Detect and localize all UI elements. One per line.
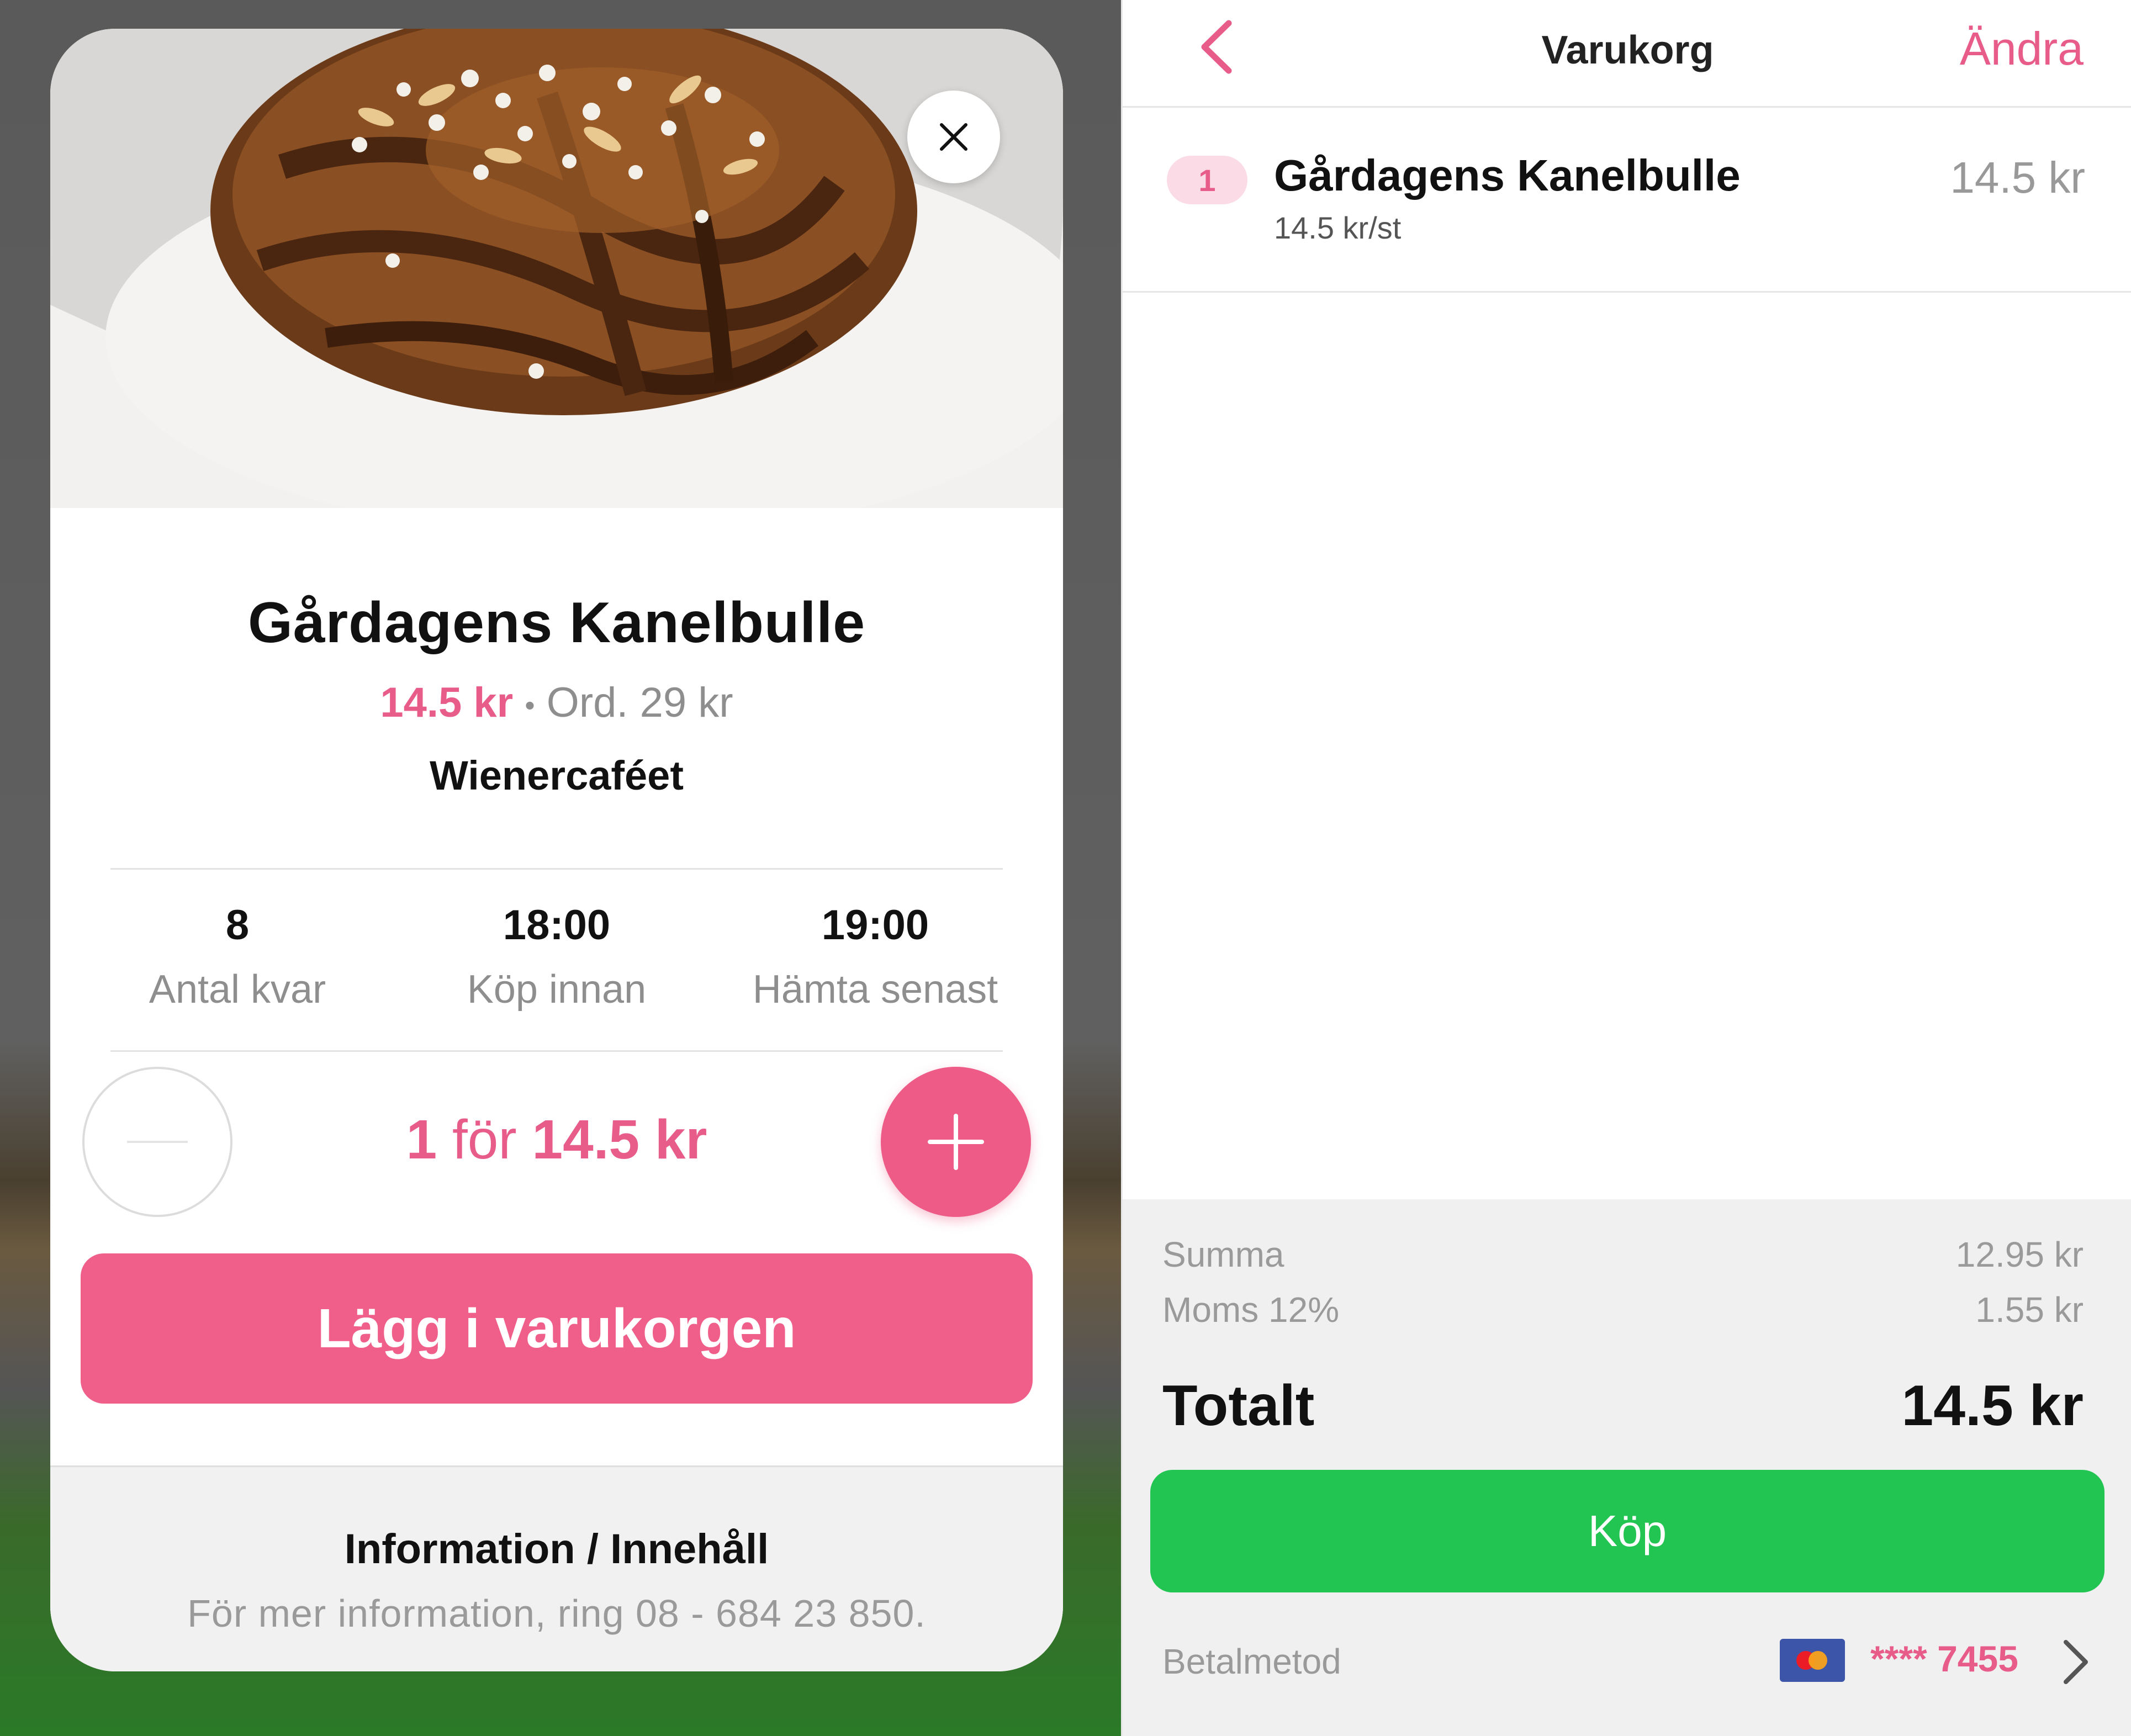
- quantity-value: 1: [406, 1109, 437, 1171]
- stat-value: 18:00: [503, 902, 611, 949]
- cart-item[interactable]: 1 Gårdagens Kanelbulle 14.5 kr/st 14.5 k…: [1123, 108, 2131, 293]
- summa-row: Summa 12.95 kr: [1162, 1234, 2084, 1275]
- product-title: Gårdagens Kanelbulle: [247, 591, 866, 655]
- stat-remaining: 8 Antal kvar: [83, 901, 392, 1012]
- decrease-quantity-button[interactable]: [82, 1067, 232, 1217]
- close-icon: [940, 123, 967, 151]
- chevron-right-icon: [2064, 1640, 2088, 1684]
- price-separator: •: [525, 689, 535, 722]
- shop-name: Wienercaféet: [430, 753, 684, 798]
- total-row: Totalt 14.5 kr: [1162, 1373, 2084, 1439]
- quantity-total: 14.5 kr: [532, 1109, 707, 1171]
- quantity-badge: 1: [1167, 156, 1247, 204]
- price-line: 14.5 kr • Ord. 29 kr: [50, 679, 1063, 727]
- stat-buy-before: 18:00 Köp innan: [402, 901, 711, 1012]
- payment-method-button[interactable]: [2056, 1634, 2095, 1690]
- mastercard-icon[interactable]: [1780, 1639, 1845, 1682]
- buy-button[interactable]: Köp: [1150, 1470, 2104, 1592]
- edit-button[interactable]: Ändra: [1960, 22, 2084, 76]
- summa-value: 12.95 kr: [1955, 1235, 2084, 1274]
- stat-value: 19:00: [821, 902, 929, 949]
- item-price: 14.5 kr: [1950, 153, 2085, 202]
- moms-row: Moms 12% 1.55 kr: [1162, 1289, 2084, 1330]
- stat-value: 8: [225, 902, 250, 949]
- add-to-cart-button[interactable]: Lägg i varukorgen: [81, 1253, 1033, 1404]
- product-photo: [50, 29, 1063, 508]
- stat-label: Köp innan: [467, 967, 647, 1012]
- stat-pickup-latest: 19:00 Hämta senast: [721, 901, 1030, 1012]
- original-price: Ord. 29 kr: [546, 679, 733, 726]
- summa-label: Summa: [1162, 1235, 1284, 1274]
- total-value: 14.5 kr: [1901, 1374, 2084, 1438]
- product-modal: Gårdagens Kanelbulle 14.5 kr • Ord. 29 k…: [50, 29, 1063, 1671]
- moms-label: Moms 12%: [1162, 1290, 1340, 1330]
- moms-value: 1.55 kr: [1975, 1290, 2084, 1330]
- cart-panel: Varukorg Ändra 1 Gårdagens Kanelbulle 14…: [1121, 0, 2131, 1736]
- increase-quantity-button[interactable]: [881, 1067, 1031, 1217]
- card-number[interactable]: **** 7455: [1870, 1638, 2018, 1680]
- quantity-summary: 1 för 14.5 kr: [271, 1108, 842, 1172]
- item-name: Gårdagens Kanelbulle: [1274, 151, 1741, 200]
- info-text: För mer information, ring 08 - 684 23 85…: [187, 1592, 926, 1635]
- quantity-for-text: för: [452, 1109, 517, 1171]
- header-divider: [1123, 106, 2131, 108]
- info-title: Information / Innehåll: [344, 1526, 769, 1573]
- stat-label: Hämta senast: [752, 967, 998, 1012]
- divider: [110, 1050, 1003, 1052]
- payment-method-label: Betalmetod: [1162, 1642, 1341, 1681]
- item-unit-price: 14.5 kr/st: [1274, 210, 1402, 245]
- stat-label: Antal kvar: [149, 967, 326, 1012]
- divider: [110, 868, 1003, 870]
- minus-icon: [127, 1141, 188, 1143]
- item-divider: [1123, 291, 2131, 293]
- total-label: Totalt: [1162, 1374, 1315, 1438]
- plus-icon: [928, 1114, 984, 1170]
- sale-price: 14.5 kr: [380, 679, 514, 726]
- close-button[interactable]: [907, 91, 1000, 183]
